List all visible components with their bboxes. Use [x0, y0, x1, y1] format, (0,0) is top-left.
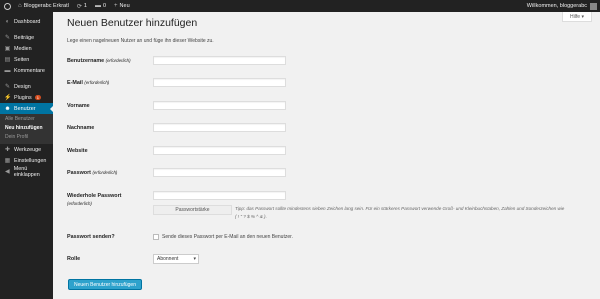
main-content: Neuen Benutzer hinzufügen Lege einen nag…: [67, 16, 592, 44]
dashboard-icon: ◐: [5, 18, 10, 25]
password-repeat-label: Wiederhole Passwort (erforderlich): [67, 193, 122, 206]
pages-icon: ▤: [4, 57, 11, 63]
username-input[interactable]: [153, 56, 286, 65]
menu-item-pages[interactable]: ▤ Seiten: [0, 54, 53, 65]
menu-item-users[interactable]: ☻ Benutzer: [0, 103, 53, 114]
role-label: Rolle: [67, 256, 81, 262]
firstname-input[interactable]: [153, 101, 286, 110]
updates-icon: ⟳: [76, 3, 82, 10]
comments-count: 0: [102, 3, 107, 9]
users-submenu: Alle Benutzer Neu hinzufügen Dein Profil: [0, 114, 53, 144]
menu-item-tools[interactable]: ✚ Werkzeuge: [0, 144, 53, 155]
new-label: Neu: [119, 3, 130, 9]
submenu-add-new[interactable]: Neu hinzufügen: [0, 124, 53, 133]
page-description: Lege einen nagelneuen Nutzer an und füge…: [67, 38, 214, 44]
media-icon: ▣: [4, 46, 11, 52]
site-name: Bloggerabc Erkratl: [23, 3, 69, 9]
menu-item-settings[interactable]: ▦ Einstellungen: [0, 155, 53, 166]
home-icon: ⌂: [18, 3, 22, 9]
comments-icon: ▬: [4, 67, 11, 74]
menu-label: Beiträge: [14, 34, 35, 41]
new-content-link[interactable]: + Neu: [110, 0, 134, 12]
menu-item-collapse[interactable]: ◀ Menü einklappen: [0, 165, 53, 178]
menu-item-posts[interactable]: ✎ Beiträge: [0, 32, 53, 43]
collapse-icon: ◀: [5, 169, 10, 175]
current-arrow-icon: [50, 106, 53, 112]
menu-label: Menü einklappen: [13, 165, 40, 178]
page-title: Neuen Benutzer hinzufügen: [67, 17, 198, 29]
add-user-button[interactable]: Neuen Benutzer hinzufügen: [68, 279, 142, 290]
menu-label: Dashboard: [14, 18, 41, 25]
website-input[interactable]: [153, 146, 286, 155]
password-repeat-input[interactable]: [153, 191, 286, 200]
email-label: E-Mail (erforderlich): [67, 80, 110, 86]
role-value: Abonnent: [157, 256, 179, 262]
brush-icon: ✎: [4, 84, 11, 90]
settings-icon: ▦: [4, 158, 11, 164]
lastname-label: Nachname: [67, 125, 95, 131]
password-label: Passwort (erforderlich): [67, 170, 118, 176]
menu-label: Medien: [14, 45, 32, 52]
password-input[interactable]: [153, 168, 286, 177]
pin-icon: ✎: [4, 35, 11, 41]
username-label: Benutzername (erforderlich): [67, 58, 131, 64]
home-link[interactable]: ⌂ Bloggerabc Erkratl: [14, 0, 73, 12]
role-select[interactable]: Abonnent ▾: [153, 254, 199, 264]
account-menu[interactable]: Willkommen, bloggerabc: [526, 2, 600, 10]
tools-icon: ✚: [4, 147, 11, 153]
menu-item-dashboard[interactable]: ◐ Dashboard: [0, 16, 53, 27]
menu-item-media[interactable]: ▣ Medien: [0, 43, 53, 54]
menu-label: Benutzer: [14, 105, 36, 112]
send-password-checkbox[interactable]: [153, 234, 159, 240]
menu-label: Kommentare: [14, 67, 45, 74]
email-input[interactable]: [153, 78, 286, 87]
wordpress-logo-icon[interactable]: [0, 0, 14, 12]
admin-bar: ⌂ Bloggerabc Erkratl ⟳ 1 ▬ 0 + Neu Willk…: [0, 0, 600, 12]
plugin-update-badge: 1: [34, 95, 41, 100]
send-password-text[interactable]: Sende dieses Passwort per E-Mail an den …: [162, 234, 293, 240]
password-hint: Tipp: das Passwort sollte mindestens sie…: [235, 206, 565, 219]
menu-label: Einstellungen: [14, 157, 47, 164]
updates-link[interactable]: ⟳ 1: [73, 0, 91, 12]
submenu-all-users[interactable]: Alle Benutzer: [0, 115, 53, 124]
greeting-text: Willkommen, bloggerabc: [526, 3, 587, 9]
firstname-label: Vorname: [67, 103, 90, 109]
plugin-icon: ⚡: [4, 95, 12, 101]
menu-item-design[interactable]: ✎ Design: [0, 81, 53, 92]
menu-item-plugins[interactable]: ⚡ Plugins 1: [0, 92, 53, 103]
plus-icon: +: [114, 3, 118, 9]
admin-sidebar: ◐ Dashboard ✎ Beiträge ▣ Medien ▤ Seiten…: [0, 12, 53, 299]
menu-item-comments[interactable]: ▬ Kommentare: [0, 65, 53, 76]
users-icon: ☻: [4, 105, 11, 112]
avatar: [590, 2, 597, 10]
submenu-your-profile[interactable]: Dein Profil: [0, 133, 53, 142]
send-password-label: Passwort senden?: [67, 234, 115, 240]
menu-label: Werkzeuge: [14, 146, 42, 153]
comments-link[interactable]: ▬ 0: [91, 0, 110, 12]
website-label: Website: [67, 148, 88, 154]
menu-label: Plugins: [14, 94, 32, 101]
chevron-down-icon: ▾: [193, 256, 196, 262]
lastname-input[interactable]: [153, 123, 286, 132]
menu-label: Design: [14, 83, 31, 90]
password-strength-indicator: Passwortstärke: [153, 205, 232, 215]
comment-icon: ▬: [94, 3, 101, 9]
menu-label: Seiten: [14, 56, 30, 63]
updates-count: 1: [83, 3, 87, 9]
